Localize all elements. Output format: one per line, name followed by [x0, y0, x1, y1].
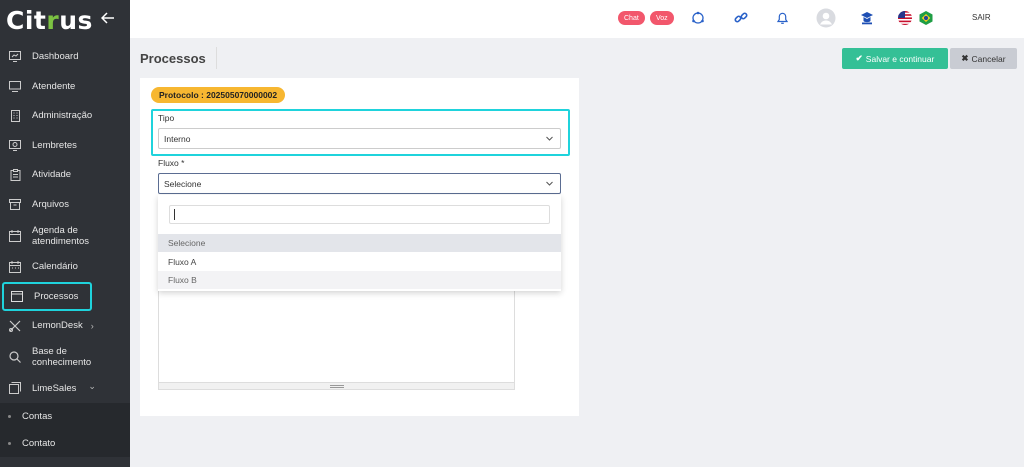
tipo-label: Tipo — [158, 113, 175, 123]
cancel-button[interactable]: ✖ Cancelar — [950, 48, 1017, 69]
sidebar-item-label: Lembretes — [32, 139, 77, 151]
sidebar-item-dashboard[interactable]: Dashboard — [0, 42, 130, 72]
sidebar-item-agenda[interactable]: Agenda de atendimentos — [0, 219, 130, 252]
resize-grip-icon[interactable] — [330, 385, 344, 388]
dropdown-search-input[interactable] — [169, 205, 550, 224]
sidebar-item-label: Atividade — [32, 169, 72, 181]
sidebar-item-label: Administração — [32, 110, 93, 122]
logo-area: Citrus — [0, 0, 130, 40]
dropdown-option[interactable]: Fluxo B — [158, 271, 561, 289]
cancel-button-label: Cancelar — [971, 53, 1006, 64]
sidebar-item-atendente[interactable]: Atendente — [0, 72, 130, 102]
sidebar-item-label: Base de conhecimento — [32, 346, 92, 368]
search-icon — [8, 350, 22, 364]
sidebar-item-lemondesk[interactable]: LemonDesk › — [0, 311, 130, 341]
sidebar-item-label: LemonDesk — [32, 320, 83, 332]
sidebar-item-calendario[interactable]: Calendário — [0, 252, 130, 282]
sidebar-subitem-label: Contato — [22, 438, 56, 449]
page-title: Processos — [140, 51, 206, 66]
graduation-icon[interactable] — [859, 10, 875, 26]
sidebar-item-label: Processos — [34, 290, 79, 302]
arrow-left-icon[interactable] — [100, 11, 115, 29]
sidebar-item-base-conhecimento[interactable]: Base de conhecimento — [0, 341, 130, 374]
chevron-down-icon — [546, 136, 553, 141]
support-icon[interactable] — [690, 10, 706, 26]
sidebar-subitem-contas[interactable]: Contas — [0, 403, 130, 430]
bell-icon[interactable] — [774, 10, 790, 26]
window-icon — [10, 289, 24, 303]
clipboard-icon — [8, 168, 22, 182]
sidebar-item-label: Calendário — [32, 261, 78, 273]
sidebar-item-label: Arquivos — [32, 198, 69, 210]
dashboard-icon — [8, 50, 22, 64]
avatar-icon[interactable] — [816, 8, 836, 28]
sidebar-item-limesales[interactable]: LimeSales ⌄ — [0, 373, 130, 403]
voz-button[interactable]: Voz — [650, 11, 674, 25]
monitor-icon — [8, 79, 22, 93]
fluxo-dropdown-panel: Selecione Fluxo A Fluxo B — [158, 195, 561, 291]
bullet-icon — [8, 442, 11, 445]
archive-icon — [8, 197, 22, 211]
us-flag-icon[interactable] — [897, 10, 913, 26]
tools-icon — [8, 319, 22, 333]
description-textarea[interactable] — [158, 290, 515, 390]
sidebar-item-lembretes[interactable]: Lembretes — [0, 131, 130, 161]
link-icon[interactable] — [733, 10, 749, 26]
logout-link[interactable]: SAIR — [972, 13, 991, 22]
textarea-resize-bar[interactable] — [158, 382, 515, 390]
close-icon: ✖ — [961, 53, 969, 63]
stack-icon — [8, 381, 22, 395]
dropdown-option[interactable]: Selecione — [158, 234, 561, 252]
text-cursor — [174, 209, 175, 220]
sidebar-subitem-label: Contas — [22, 411, 53, 422]
sidebar-item-arquivos[interactable]: Arquivos — [0, 190, 130, 220]
save-button-label: Salvar e continuar — [865, 53, 935, 64]
sidebar-item-label: LimeSales — [32, 382, 77, 394]
sidebar-item-processos[interactable]: Processos — [2, 281, 92, 311]
building-icon — [8, 109, 22, 123]
logo: Citrus — [6, 5, 93, 35]
protocol-badge: Protocolo : 202505070000002 — [151, 87, 286, 103]
check-icon: ✔ — [855, 53, 863, 63]
sidebar-item-atividade[interactable]: Atividade — [0, 160, 130, 190]
fluxo-select[interactable]: Selecione — [158, 173, 561, 194]
bullet-icon — [8, 415, 11, 418]
dropdown-option[interactable]: Fluxo A — [158, 253, 561, 271]
calendar-grid-icon — [8, 260, 22, 274]
fluxo-select-value: Selecione — [164, 178, 202, 189]
brazil-flag-icon[interactable] — [918, 10, 934, 26]
tipo-select-value: Interno — [164, 133, 191, 144]
sidebar-item-label: Atendente — [32, 80, 76, 92]
limesales-submenu: Contas Contato — [0, 403, 130, 457]
chevron-down-icon — [546, 181, 553, 186]
sidebar-item-label: Agenda de atendimentos — [32, 224, 90, 247]
sidebar-nav: Dashboard Atendente Administração Lembre… — [0, 42, 130, 457]
topbar: Chat Voz SAIR — [130, 0, 1024, 38]
calendar-icon — [8, 229, 22, 243]
chevron-down-icon: ⌄ — [88, 380, 96, 391]
reminder-icon — [8, 138, 22, 152]
chevron-right-icon: › — [90, 320, 94, 331]
sidebar: Citrus Dashboard Atendente Administração… — [0, 0, 130, 467]
save-continue-button[interactable]: ✔ Salvar e continuar — [842, 48, 948, 69]
title-divider — [216, 47, 217, 69]
sidebar-item-label: Dashboard — [32, 51, 79, 63]
sidebar-item-administracao[interactable]: Administração — [0, 101, 130, 131]
chat-button[interactable]: Chat — [618, 11, 645, 25]
sidebar-subitem-contato[interactable]: Contato — [0, 430, 130, 457]
tipo-select[interactable]: Interno — [158, 128, 561, 149]
fluxo-label: Fluxo * — [158, 158, 185, 168]
